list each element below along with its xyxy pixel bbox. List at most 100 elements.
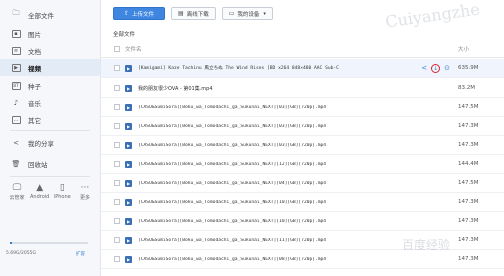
device-icon: ▭ [228,10,235,17]
file-name[interactable]: [CASO&SumiSora][Boku_wa_Tomodachi_ga_Suk… [138,143,456,148]
my-devices-button[interactable]: ▭ 我的设备 ▾ [221,7,273,20]
sidebar-item-other[interactable]: … 其它 [0,111,100,128]
row-checkbox[interactable] [114,237,120,243]
sidebar-item-my-shares[interactable]: < 我的分享 [0,134,100,151]
row-checkbox[interactable] [114,123,120,129]
video-file-icon: ▶ [125,198,132,206]
offline-download-label: 离线下载 [186,11,209,18]
video-file-icon: ▶ [125,64,132,72]
sidebar: 🗀 全部文件 ▪ 图片 ≡ 文档 ▶ 视频 BT 种子 ♪ 音乐 … 其它 < … [0,0,101,276]
video-file-icon: ▶ [125,179,132,187]
download-icon[interactable]: ↓ [431,63,441,73]
sidebar-item-label: 音乐 [28,99,41,108]
table-row[interactable]: ▶ [Kamigami] Kaze Tachinu 風立ちぬ The Wind … [101,59,504,78]
row-checkbox[interactable] [114,104,120,110]
table-row[interactable]: ▶ 我的朋友很少OVA - 第01集.mp4 83.2M [101,79,504,98]
file-name[interactable]: [CASO&SumiSora][Boku_wa_Tomodachi_ga_Suk… [138,162,456,167]
table-row[interactable]: ▶ [CASO&SumiSora][Boku_wa_Tomodachi_ga_S… [101,212,504,231]
video-file-icon: ▶ [125,141,132,149]
sidebar-item-label: 其它 [28,116,41,125]
upload-button[interactable]: ⇧ 上传文件 [113,7,166,20]
expand-storage-link[interactable]: 扩容 [76,251,85,257]
upload-icon: ⇧ [124,10,130,17]
file-name[interactable]: [CASO&SumiSora][Boku_wa_Tomodachi_ga_Suk… [138,200,456,205]
row-checkbox[interactable] [114,161,120,167]
sidebar-item-label: 全部文件 [28,11,54,20]
storage-quota-fill [10,242,13,244]
folder-icon: 🗀 [12,9,20,17]
device-iphone[interactable]: ▯ iPhone [51,183,73,201]
row-checkbox[interactable] [114,256,120,262]
table-row[interactable]: ▶ [CASO&SumiSora][Boku_wa_Tomodachi_ga_S… [101,117,504,136]
file-name[interactable]: [Kamigami] Kaze Tachinu 風立ちぬ The Wind Ri… [138,65,417,71]
device-more[interactable]: ··· 更多 [74,183,96,201]
more-icon: … [11,115,21,124]
document-icon: ≡ [11,46,21,55]
file-size: 147.3M [458,123,479,129]
ellipsis-icon: ··· [80,183,90,193]
file-name[interactable]: [CASO&SumiSora][Boku_wa_Tomodachi_ga_Suk… [138,219,456,224]
video-file-icon: ▶ [125,122,132,130]
sidebar-item-label: 视频 [28,64,41,73]
baidu-watermark: 百度经验 [402,238,451,252]
file-size: 147.3M [458,199,479,205]
sidebar-item-all-files[interactable]: 🗀 全部文件 [0,6,100,23]
device-label: 更多 [79,195,90,201]
sidebar-item-documents[interactable]: ≡ 文档 [0,42,100,59]
sidebar-item-label: 图片 [28,30,41,39]
row-checkbox[interactable] [114,142,120,148]
device-pc[interactable]: 🖵 云管家 [6,183,28,201]
breadcrumb[interactable]: 全部文件 [113,30,135,38]
offline-download-icon: ▤ [178,10,184,17]
table-row[interactable]: ▶ [CASO&SumiSora][Boku_wa_Tomodachi_ga_S… [101,174,504,193]
image-icon: ▪ [11,29,21,38]
device-links: 🖵 云管家 ▲ Android ▯ iPhone ··· 更多 [6,183,96,201]
sidebar-item-label: 文档 [28,47,41,56]
file-name[interactable]: [CASO&SumiSora][Boku_wa_Tomodachi_ga_Suk… [138,124,456,129]
sidebar-item-recycle-bin[interactable]: 🗑 回收站 [0,155,100,172]
file-size: 147.5M [458,180,479,186]
table-row[interactable]: ▶ [CASO&SumiSora][Boku_wa_Tomodachi_ga_S… [101,98,504,117]
device-label: Android [29,194,50,200]
sidebar-item-label: 我的分享 [28,139,54,148]
file-size: 83.2M [458,85,475,91]
table-row[interactable]: ▶ [CASO&SumiSora][Boku_wa_Tomodachi_ga_S… [101,136,504,155]
more-options-icon[interactable]: ⊙ [444,64,450,72]
column-header-size[interactable]: 大小 [456,45,504,53]
row-checkbox[interactable] [114,199,120,205]
video-file-icon: ▶ [125,103,132,111]
music-icon: ♪ [13,98,19,107]
video-file-icon: ▶ [125,255,132,263]
sidebar-item-torrents[interactable]: BT 种子 [0,77,100,94]
file-name[interactable]: 我的朋友很少OVA - 第01集.mp4 [138,85,456,92]
file-name[interactable]: [CASO&SumiSora][Boku_wa_Tomodachi_ga_Suk… [138,181,456,186]
share-icon: < [13,138,19,147]
table-row[interactable]: ▶ [CASO&SumiSora][Boku_wa_Tomodachi_ga_S… [101,155,504,174]
select-all-checkbox[interactable] [114,46,120,52]
device-android[interactable]: ▲ Android [29,183,51,201]
table-row[interactable]: ▶ [CASO&SumiSora][Boku_wa_Tomodachi_ga_S… [101,193,504,212]
trash-icon: 🗑 [11,159,21,168]
row-checkbox[interactable] [114,180,120,186]
android-icon: ▲ [36,183,44,193]
file-size: 147.3M [458,237,479,243]
row-checkbox[interactable] [114,65,120,71]
video-file-icon: ▶ [125,160,132,168]
row-checkbox[interactable] [114,218,120,224]
column-header-name[interactable]: 文件名 [125,45,456,53]
row-checkbox[interactable] [114,85,120,91]
file-size: 144.4M [458,161,479,167]
share-icon[interactable]: < [421,64,427,72]
offline-download-button[interactable]: ▤ 离线下载 [171,7,216,20]
row-actions: < ↓ ⊙ [417,63,450,73]
iphone-icon: ▯ [59,183,65,193]
sidebar-item-images[interactable]: ▪ 图片 [0,25,100,42]
video-file-icon: ▶ [125,217,132,225]
sidebar-item-videos[interactable]: ▶ 视频 [0,59,100,76]
sidebar-item-music[interactable]: ♪ 音乐 [0,94,100,111]
file-size: 147.5M [458,104,479,110]
file-name[interactable]: [CASO&SumiSora][Boku_wa_Tomodachi_ga_Suk… [138,257,456,262]
chevron-down-icon: ▾ [263,10,266,17]
file-name[interactable]: [CASO&SumiSora][Boku_wa_Tomodachi_ga_Suk… [138,105,456,110]
device-label: iPhone [53,194,71,200]
